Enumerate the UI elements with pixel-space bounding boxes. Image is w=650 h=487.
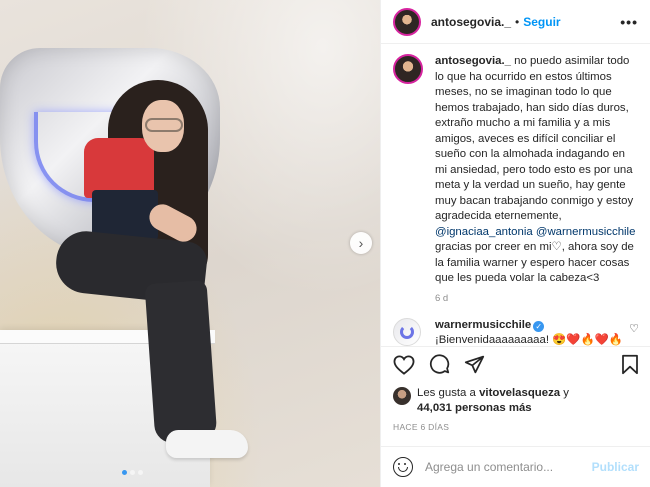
person-pants-leg: [144, 280, 218, 444]
likes-summary: Les gusta a vitovelasqueza y 44,031 pers…: [393, 386, 643, 415]
post-caption: antosegovia._ no puedo asimilar todo lo …: [393, 54, 639, 287]
caption-username[interactable]: antosegovia._: [435, 55, 511, 67]
likes-prefix: Les gusta a: [417, 387, 476, 399]
verified-badge-icon: ✓: [533, 320, 545, 332]
caption-timestamp[interactable]: 6 d: [435, 293, 639, 304]
like-heart-icon[interactable]: [393, 354, 415, 375]
carousel-dot: [122, 470, 127, 475]
comment-item: warnermusicchile ✓ ¡Bienvenidaaaaaaaaa! 😍…: [393, 317, 639, 348]
likes-count[interactable]: 44,031 personas más: [417, 402, 532, 414]
post-author-username[interactable]: antosegovia._: [431, 15, 511, 29]
comments-section[interactable]: antosegovia._ no puedo asimilar todo lo …: [381, 44, 650, 346]
mention-link[interactable]: @warnermusicchile: [536, 226, 636, 238]
header-separator: •: [515, 14, 520, 29]
comment-body: warnermusicchile ✓ ¡Bienvenidaaaaaaaaa! 😍…: [435, 318, 623, 348]
caption-body-part2: gracias por creer en mi♡, ahora soy de l…: [435, 241, 634, 284]
post-actions-bar: [381, 346, 650, 382]
carousel-dot: [130, 470, 135, 475]
person-shoe: [166, 430, 248, 458]
warner-logo-icon: [400, 324, 414, 339]
person-glasses: [145, 118, 183, 132]
share-paper-plane-icon[interactable]: [464, 354, 485, 375]
person-red-top: [84, 138, 154, 198]
chevron-right-icon: ›: [358, 235, 364, 251]
liker-username[interactable]: vitovelasqueza: [479, 387, 560, 399]
likes-connector: y: [563, 387, 569, 399]
caption-text: antosegovia._ no puedo asimilar todo lo …: [435, 54, 639, 287]
comment-input[interactable]: [425, 460, 592, 474]
liker-avatar[interactable]: [393, 387, 411, 405]
caption-body-part1: no puedo asimilar todo lo que ha ocurrid…: [435, 55, 634, 222]
comment-bubble-icon[interactable]: [429, 354, 450, 375]
bookmark-icon[interactable]: [621, 354, 639, 375]
more-options-icon[interactable]: •••: [620, 14, 638, 30]
comment-text: ¡Bienvenidaaaaaaaaa! 😍❤️🔥❤️🔥: [435, 333, 624, 346]
comment-like-icon[interactable]: ♡: [629, 322, 639, 335]
follow-button[interactable]: Seguir: [523, 15, 560, 29]
caption-avatar[interactable]: [393, 54, 423, 84]
add-comment-bar: Publicar: [381, 446, 650, 487]
post-date[interactable]: HACE 6 DÍAS: [393, 422, 449, 432]
commenter-username[interactable]: warnermusicchile: [435, 319, 531, 331]
carousel-indicator: [122, 470, 143, 475]
commenter-avatar[interactable]: [393, 317, 421, 346]
avatar[interactable]: [393, 7, 421, 36]
publish-comment-button[interactable]: Publicar: [592, 460, 639, 474]
likes-text: Les gusta a vitovelasqueza y 44,031 pers…: [417, 386, 569, 415]
post-side-panel: antosegovia._ • Seguir ••• antosegovia._…: [380, 0, 650, 487]
mention-link[interactable]: @ignaciaa_antonia: [435, 226, 533, 238]
carousel-dot: [138, 470, 143, 475]
carousel-next-button[interactable]: ›: [350, 232, 372, 254]
post-photo[interactable]: ›: [0, 0, 380, 487]
emoji-smiley-icon[interactable]: [393, 457, 413, 477]
post-header: antosegovia._ • Seguir •••: [381, 0, 650, 44]
